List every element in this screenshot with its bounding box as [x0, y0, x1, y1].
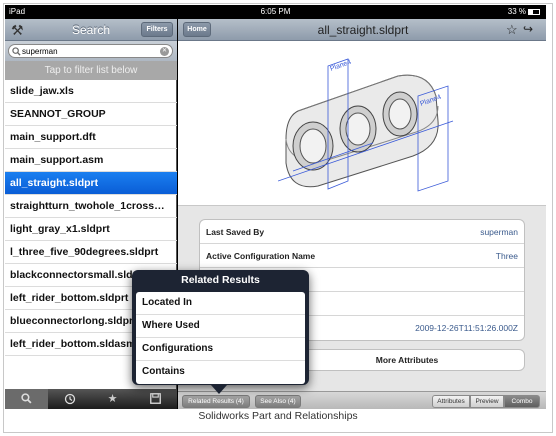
sidebar-title: Search	[71, 23, 111, 37]
figure-caption: Solidworks Part and Relationships	[198, 410, 358, 422]
filters-button[interactable]: Filters	[141, 22, 173, 37]
file-list-item[interactable]: SEANNOT_GROUP	[5, 103, 177, 126]
attribute-value: 2009-12-26T11:51:26.000Z	[415, 323, 518, 333]
file-list-item[interactable]: slide_jaw.xls	[5, 80, 177, 103]
file-list-item[interactable]: main_support.asm	[5, 149, 177, 172]
file-list-item[interactable]: l_three_five_90degrees.sldprt	[5, 241, 177, 264]
ipad-screen: iPad 6:05 PM 33 % ⚒ Search Filters ✕ Tap…	[5, 5, 546, 409]
related-results-button[interactable]: Related Results (4)	[182, 395, 250, 408]
tools-icon[interactable]: ⚒	[11, 22, 24, 39]
segment-attributes[interactable]: Attributes	[432, 395, 470, 408]
sidebar-tabbar: ★	[5, 389, 177, 409]
segment-combo[interactable]: Combo	[504, 395, 540, 408]
battery-percent: 33 %	[507, 7, 526, 16]
popover-arrow	[211, 385, 227, 394]
file-list-item[interactable]: straightturn_twohole_1cross…	[5, 195, 177, 218]
attribute-row: Active Configuration Name Three	[200, 244, 524, 268]
favorite-star-icon[interactable]: ☆	[506, 22, 518, 38]
file-list-item[interactable]: light_gray_x1.sldprt	[5, 218, 177, 241]
segment-preview[interactable]: Preview	[470, 395, 504, 408]
part-3d-image: Plane4 Plane4	[278, 58, 454, 192]
popover-item[interactable]: Configurations	[136, 338, 305, 361]
attribute-value: superman	[480, 227, 518, 237]
battery-indicator: 33 %	[508, 7, 540, 16]
home-button[interactable]: Home	[183, 22, 211, 37]
popover-title: Related Results	[181, 274, 260, 286]
detail-header: Home all_straight.sldprt ☆ ↪	[178, 19, 546, 41]
attribute-row: Last Saved By superman	[200, 220, 524, 244]
attribute-value: Three	[495, 251, 518, 261]
part-preview[interactable]: Plane4 Plane4	[178, 41, 546, 206]
search-bar: ✕	[5, 41, 177, 61]
related-results-popover: Related Results Located In Where Used Conf…	[132, 270, 309, 394]
see-also-button[interactable]: See Also (4)	[255, 395, 301, 408]
search-tab-icon[interactable]	[5, 389, 48, 409]
file-list-item[interactable]: all_straight.sldprt	[5, 172, 177, 195]
popover-item[interactable]: Located In	[136, 292, 305, 315]
status-bar: iPad 6:05 PM 33 %	[5, 5, 546, 19]
popover-item[interactable]: Where Used	[136, 315, 305, 338]
plane-label: Plane4	[329, 59, 352, 73]
recent-tab-icon[interactable]	[48, 389, 91, 409]
detail-toolbar: Related Results (4) See Also (4) Attribu…	[178, 391, 546, 409]
search-input[interactable]	[8, 44, 173, 58]
save-tab-icon[interactable]	[134, 389, 177, 409]
popover-item[interactable]: Contains	[136, 361, 305, 384]
clock: 6:05 PM	[260, 7, 291, 16]
clear-search-icon[interactable]: ✕	[160, 47, 169, 56]
document-title: all_straight.sldprt	[317, 23, 409, 37]
more-attributes-button[interactable]: More Attributes	[289, 349, 525, 371]
file-list-item[interactable]: main_support.dft	[5, 126, 177, 149]
favorites-tab-icon[interactable]: ★	[91, 389, 134, 409]
attribute-key: Last Saved By	[206, 227, 265, 237]
battery-icon	[528, 9, 540, 15]
attribute-key: Active Configuration Name	[206, 251, 316, 261]
filter-hint[interactable]: Tap to filter list below	[5, 61, 177, 80]
sidebar-header: ⚒ Search Filters	[5, 19, 177, 41]
search-icon	[12, 47, 21, 56]
share-icon[interactable]: ↪	[523, 22, 533, 36]
popover-list: Located In Where Used Configurations Contai…	[136, 292, 305, 384]
